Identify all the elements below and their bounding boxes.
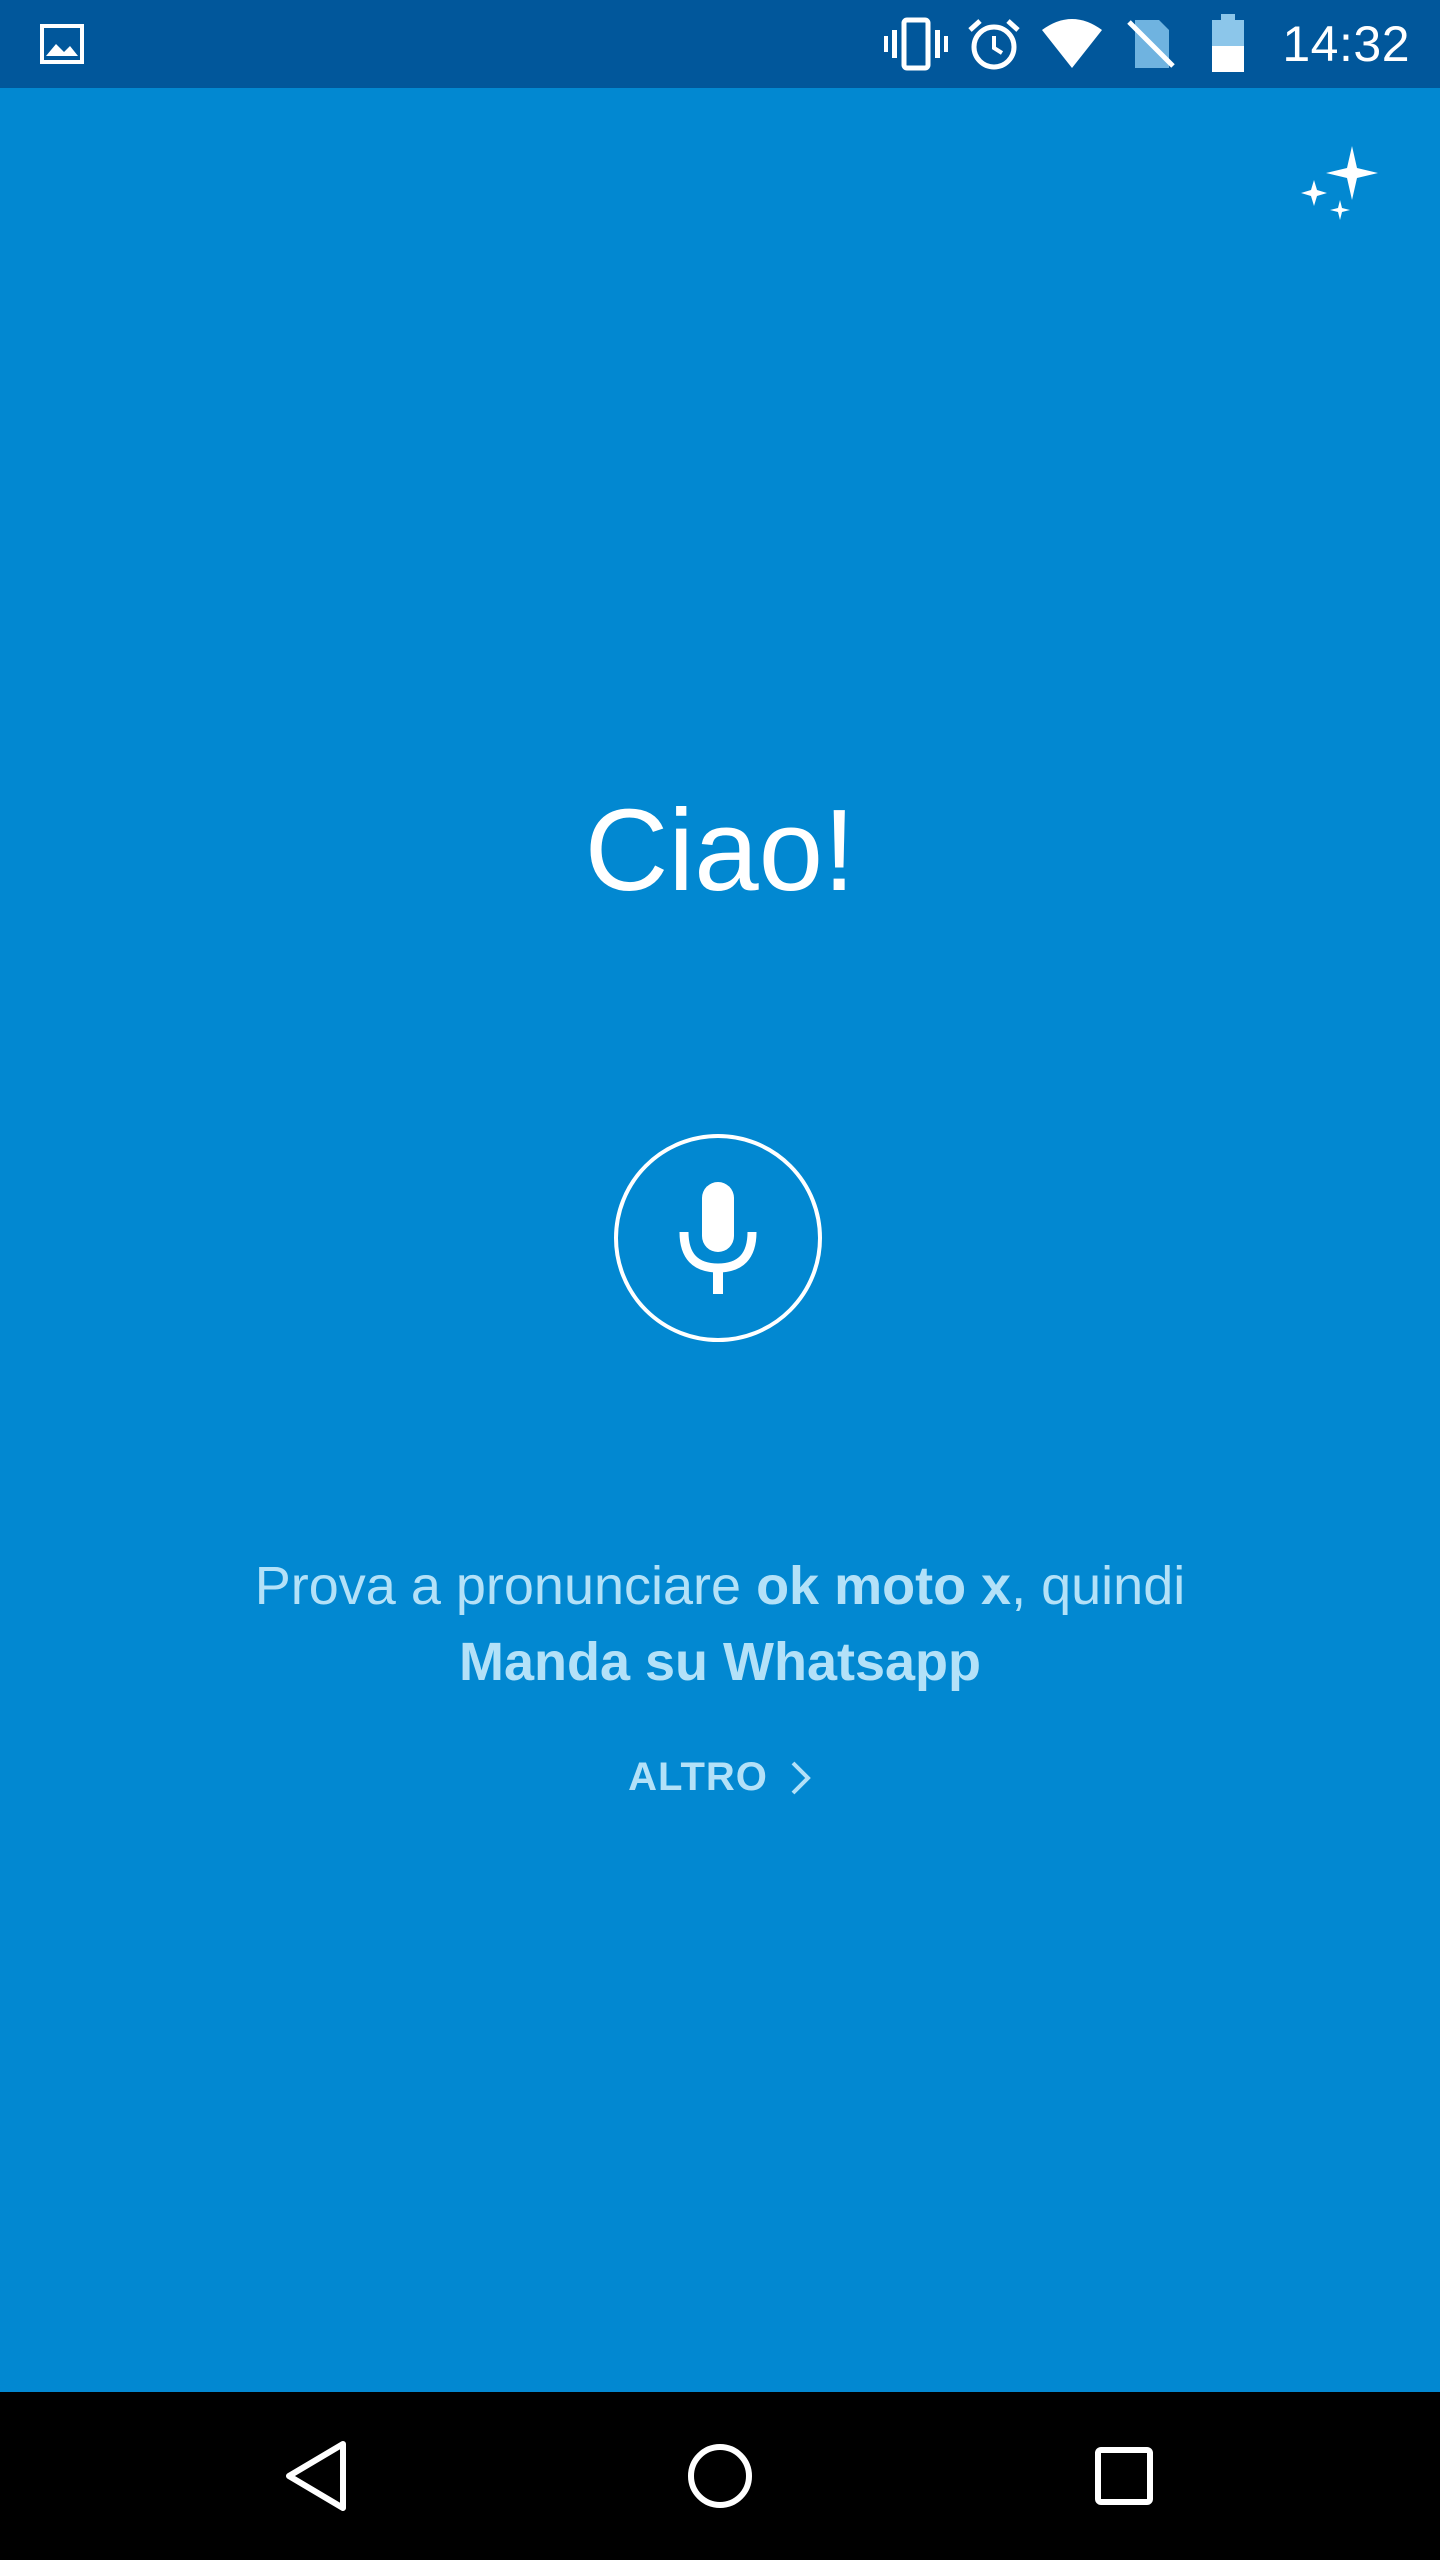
more-button[interactable]: ALTRO [628,1755,812,1800]
more-row: ALTRO [0,1755,1440,1800]
vibrate-icon [884,14,949,74]
home-button[interactable] [674,2430,766,2522]
navigation-bar [0,2392,1440,2560]
greeting-title: Ciao! [584,785,856,915]
status-icons: 14:32 [870,0,1410,88]
battery-icon [1196,14,1260,74]
gallery-icon [40,24,84,64]
back-button[interactable] [270,2430,362,2522]
wifi-icon [1040,14,1104,74]
microphone-button[interactable] [614,1134,822,1342]
alarm-icon [962,14,1026,74]
status-time: 14:32 [1282,16,1410,72]
recent-apps-icon [1095,2447,1153,2505]
hint-middle: , quindi [1011,1556,1186,1616]
chevron-right-icon [791,1761,811,1794]
home-icon [688,2444,752,2508]
hint-command: Manda su Whatsapp [458,1632,982,1692]
microphone-icon [679,1182,757,1294]
status-bar: 14:32 [0,0,1440,88]
more-label: ALTRO [628,1755,768,1799]
hint-phrase: ok moto x [756,1556,1012,1616]
sparkle-icon[interactable] [1300,146,1380,226]
recent-apps-button[interactable] [1078,2430,1170,2522]
back-icon [286,2441,346,2511]
hint-text: Prova a pronunciare ok moto x, quindi Ma… [0,1548,1440,1700]
no-sim-icon [1118,14,1182,74]
hint-prefix: Prova a pronunciare [254,1556,757,1616]
